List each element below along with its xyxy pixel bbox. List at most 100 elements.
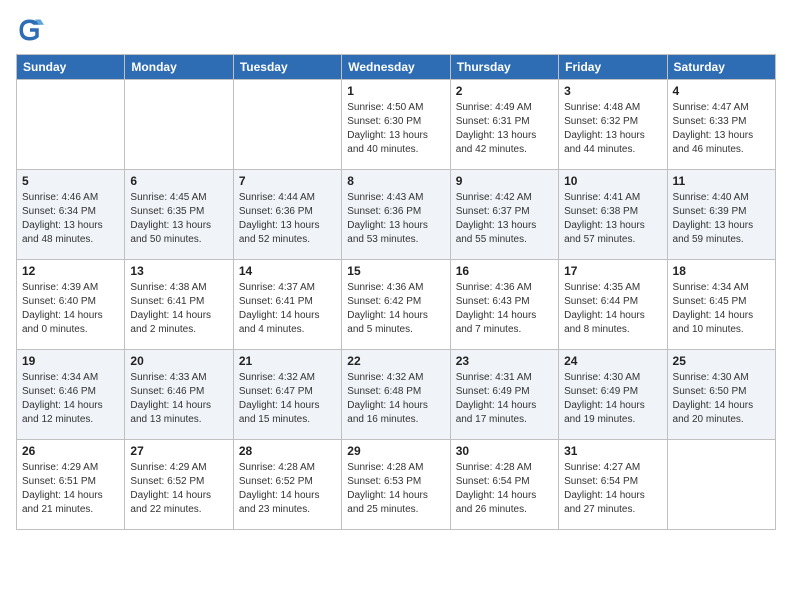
calendar-cell: 9 Sunrise: 4:42 AM Sunset: 6:37 PM Daylig… — [450, 170, 558, 260]
calendar-cell — [17, 80, 125, 170]
day-number: 26 — [22, 444, 119, 458]
calendar-cell: 1 Sunrise: 4:50 AM Sunset: 6:30 PM Daylig… — [342, 80, 450, 170]
day-number: 5 — [22, 174, 119, 188]
logo-icon — [16, 16, 44, 44]
calendar-cell: 24 Sunrise: 4:30 AM Sunset: 6:49 PM Dayli… — [559, 350, 667, 440]
calendar-cell: 22 Sunrise: 4:32 AM Sunset: 6:48 PM Dayli… — [342, 350, 450, 440]
day-info: Sunrise: 4:47 AM Sunset: 6:33 PM Dayligh… — [673, 101, 770, 157]
day-info: Sunrise: 4:29 AM Sunset: 6:52 PM Dayligh… — [130, 461, 227, 517]
day-number: 16 — [456, 264, 553, 278]
calendar-cell: 16 Sunrise: 4:36 AM Sunset: 6:43 PM Dayli… — [450, 260, 558, 350]
calendar-cell: 20Sunrise: 4:33 AM Sunset: 6:46 PM Dayli… — [125, 350, 233, 440]
day-number: 30 — [456, 444, 553, 458]
calendar-cell: 29Sunrise: 4:28 AM Sunset: 6:53 PM Dayli… — [342, 440, 450, 530]
weekday-header-friday: Friday — [559, 55, 667, 80]
day-number: 10 — [564, 174, 661, 188]
day-number: 8 — [347, 174, 444, 188]
day-info: Sunrise: 4:29 AM Sunset: 6:51 PM Dayligh… — [22, 461, 119, 517]
day-info: Sunrise: 4:28 AM Sunset: 6:52 PM Dayligh… — [239, 461, 336, 517]
day-number: 4 — [673, 84, 770, 98]
calendar-cell — [125, 80, 233, 170]
calendar-week-1: 1 Sunrise: 4:50 AM Sunset: 6:30 PM Daylig… — [17, 80, 776, 170]
weekday-header-tuesday: Tuesday — [233, 55, 341, 80]
day-info: Sunrise: 4:37 AM Sunset: 6:41 PM Dayligh… — [239, 281, 336, 337]
day-info: Sunrise: 4:50 AM Sunset: 6:30 PM Dayligh… — [347, 101, 444, 157]
day-info: Sunrise: 4:35 AM Sunset: 6:44 PM Dayligh… — [564, 281, 661, 337]
calendar-cell: 26 Sunrise: 4:29 AM Sunset: 6:51 PM Dayli… — [17, 440, 125, 530]
day-info: Sunrise: 4:32 AM Sunset: 6:47 PM Dayligh… — [239, 371, 336, 427]
calendar-cell: 15 Sunrise: 4:36 AM Sunset: 6:42 PM Dayli… — [342, 260, 450, 350]
weekday-header-thursday: Thursday — [450, 55, 558, 80]
day-number: 1 — [347, 84, 444, 98]
day-info: Sunrise: 4:34 AM Sunset: 6:46 PM Dayligh… — [22, 371, 119, 427]
day-number: 13 — [130, 264, 227, 278]
day-number: 14 — [239, 264, 336, 278]
weekday-header-wednesday: Wednesday — [342, 55, 450, 80]
calendar-cell: 12Sunrise: 4:39 AM Sunset: 6:40 PM Dayli… — [17, 260, 125, 350]
day-number: 15 — [347, 264, 444, 278]
calendar-week-5: 26 Sunrise: 4:29 AM Sunset: 6:51 PM Dayli… — [17, 440, 776, 530]
day-info: Sunrise: 4:36 AM Sunset: 6:42 PM Dayligh… — [347, 281, 444, 337]
calendar-cell: 7 Sunrise: 4:44 AM Sunset: 6:36 PM Daylig… — [233, 170, 341, 260]
calendar-cell: 31 Sunrise: 4:27 AM Sunset: 6:54 PM Dayli… — [559, 440, 667, 530]
weekday-header-saturday: Saturday — [667, 55, 775, 80]
day-number: 2 — [456, 84, 553, 98]
weekday-header-sunday: Sunday — [17, 55, 125, 80]
day-number: 21 — [239, 354, 336, 368]
calendar-cell: 17Sunrise: 4:35 AM Sunset: 6:44 PM Dayli… — [559, 260, 667, 350]
day-info: Sunrise: 4:43 AM Sunset: 6:36 PM Dayligh… — [347, 191, 444, 247]
calendar-week-3: 12Sunrise: 4:39 AM Sunset: 6:40 PM Dayli… — [17, 260, 776, 350]
calendar-cell: 2 Sunrise: 4:49 AM Sunset: 6:31 PM Daylig… — [450, 80, 558, 170]
day-number: 29 — [347, 444, 444, 458]
day-number: 31 — [564, 444, 661, 458]
day-number: 28 — [239, 444, 336, 458]
calendar-week-4: 19 Sunrise: 4:34 AM Sunset: 6:46 PM Dayli… — [17, 350, 776, 440]
day-info: Sunrise: 4:36 AM Sunset: 6:43 PM Dayligh… — [456, 281, 553, 337]
calendar-cell — [233, 80, 341, 170]
logo — [16, 16, 48, 44]
day-info: Sunrise: 4:28 AM Sunset: 6:54 PM Dayligh… — [456, 461, 553, 517]
day-info: Sunrise: 4:41 AM Sunset: 6:38 PM Dayligh… — [564, 191, 661, 247]
day-info: Sunrise: 4:46 AM Sunset: 6:34 PM Dayligh… — [22, 191, 119, 247]
day-info: Sunrise: 4:48 AM Sunset: 6:32 PM Dayligh… — [564, 101, 661, 157]
calendar-cell: 27 Sunrise: 4:29 AM Sunset: 6:52 PM Dayli… — [125, 440, 233, 530]
day-number: 27 — [130, 444, 227, 458]
weekday-header-row: SundayMondayTuesdayWednesdayThursdayFrid… — [17, 55, 776, 80]
calendar-cell: 13 Sunrise: 4:38 AM Sunset: 6:41 PM Dayli… — [125, 260, 233, 350]
day-info: Sunrise: 4:27 AM Sunset: 6:54 PM Dayligh… — [564, 461, 661, 517]
calendar-cell: 10 Sunrise: 4:41 AM Sunset: 6:38 PM Dayli… — [559, 170, 667, 260]
day-number: 18 — [673, 264, 770, 278]
page-header — [16, 16, 776, 44]
day-number: 24 — [564, 354, 661, 368]
day-number: 22 — [347, 354, 444, 368]
day-info: Sunrise: 4:40 AM Sunset: 6:39 PM Dayligh… — [673, 191, 770, 247]
calendar-cell: 25Sunrise: 4:30 AM Sunset: 6:50 PM Dayli… — [667, 350, 775, 440]
day-info: Sunrise: 4:34 AM Sunset: 6:45 PM Dayligh… — [673, 281, 770, 337]
day-number: 19 — [22, 354, 119, 368]
calendar-cell: 21 Sunrise: 4:32 AM Sunset: 6:47 PM Dayli… — [233, 350, 341, 440]
calendar-cell: 19 Sunrise: 4:34 AM Sunset: 6:46 PM Dayli… — [17, 350, 125, 440]
calendar-week-2: 5 Sunrise: 4:46 AM Sunset: 6:34 PM Daylig… — [17, 170, 776, 260]
calendar-cell: 6Sunrise: 4:45 AM Sunset: 6:35 PM Daylig… — [125, 170, 233, 260]
calendar-cell: 11 Sunrise: 4:40 AM Sunset: 6:39 PM Dayli… — [667, 170, 775, 260]
calendar-cell: 28 Sunrise: 4:28 AM Sunset: 6:52 PM Dayli… — [233, 440, 341, 530]
day-number: 7 — [239, 174, 336, 188]
day-number: 9 — [456, 174, 553, 188]
day-info: Sunrise: 4:44 AM Sunset: 6:36 PM Dayligh… — [239, 191, 336, 247]
day-number: 12 — [22, 264, 119, 278]
day-info: Sunrise: 4:38 AM Sunset: 6:41 PM Dayligh… — [130, 281, 227, 337]
day-info: Sunrise: 4:42 AM Sunset: 6:37 PM Dayligh… — [456, 191, 553, 247]
day-number: 11 — [673, 174, 770, 188]
calendar-cell: 5 Sunrise: 4:46 AM Sunset: 6:34 PM Daylig… — [17, 170, 125, 260]
day-info: Sunrise: 4:30 AM Sunset: 6:49 PM Dayligh… — [564, 371, 661, 427]
day-number: 25 — [673, 354, 770, 368]
calendar-cell: 4 Sunrise: 4:47 AM Sunset: 6:33 PM Daylig… — [667, 80, 775, 170]
day-info: Sunrise: 4:45 AM Sunset: 6:35 PM Dayligh… — [130, 191, 227, 247]
day-info: Sunrise: 4:32 AM Sunset: 6:48 PM Dayligh… — [347, 371, 444, 427]
calendar-cell: 3Sunrise: 4:48 AM Sunset: 6:32 PM Daylig… — [559, 80, 667, 170]
day-info: Sunrise: 4:49 AM Sunset: 6:31 PM Dayligh… — [456, 101, 553, 157]
day-number: 23 — [456, 354, 553, 368]
calendar-cell: 8 Sunrise: 4:43 AM Sunset: 6:36 PM Daylig… — [342, 170, 450, 260]
calendar-cell: 23Sunrise: 4:31 AM Sunset: 6:49 PM Dayli… — [450, 350, 558, 440]
calendar-cell: 14 Sunrise: 4:37 AM Sunset: 6:41 PM Dayli… — [233, 260, 341, 350]
